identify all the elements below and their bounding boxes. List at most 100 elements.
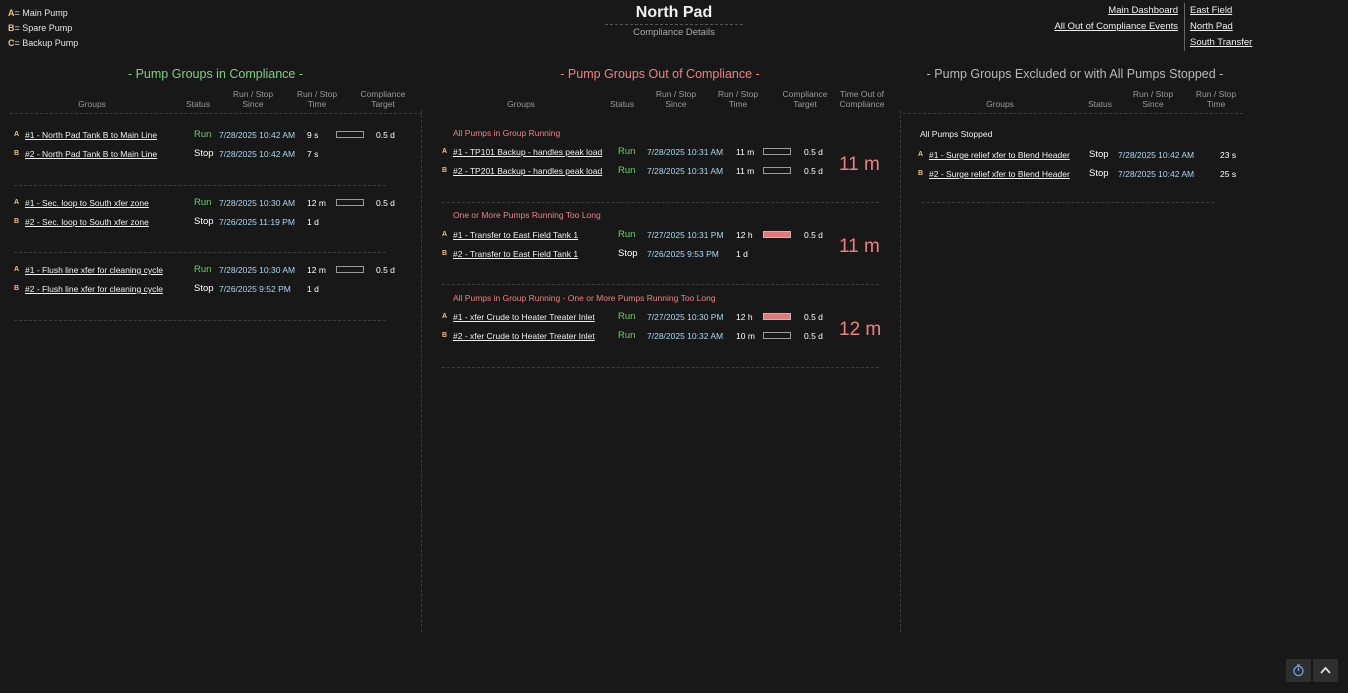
compliance-progress-bar <box>336 199 364 206</box>
col-header-groups: Groups <box>78 99 106 109</box>
header-divider <box>903 113 1243 114</box>
time-out-of-compliance: 12 m <box>839 319 882 340</box>
run-stop-time: 12 h <box>736 230 753 240</box>
run-stop-since: 7/27/2025 10:30 PM <box>647 312 724 322</box>
compliance-progress-bar <box>763 332 791 339</box>
run-stop-time: 1 d <box>736 249 748 259</box>
pump-status: Run <box>194 197 212 208</box>
main-dashboard-link[interactable]: Main Dashboard <box>1108 5 1178 16</box>
pump-name-link[interactable]: #2 - North Pad Tank B to Main Line <box>25 147 157 161</box>
pump-name-link[interactable]: #1 - Surge relief xfer to Blend Header <box>929 148 1070 162</box>
run-stop-since: 7/28/2025 10:32 AM <box>647 331 724 341</box>
run-stop-since: 7/28/2025 10:30 AM <box>219 265 296 275</box>
panel-divider <box>421 110 422 632</box>
run-stop-time: 11 m <box>736 166 755 176</box>
group-condition-heading: All Pumps in Group Running - One or More… <box>453 293 716 303</box>
refresh-timer-button[interactable] <box>1286 659 1311 682</box>
pump-status: Stop <box>618 248 638 259</box>
pump-type-letter: B <box>442 250 448 257</box>
time-out-of-compliance: 11 m <box>839 236 880 257</box>
pump-status: Stop <box>1089 149 1109 160</box>
compliance-target: 0.5 d <box>804 312 823 322</box>
pump-status: Run <box>194 264 212 275</box>
pump-row: B #2 - Surge relief xfer to Blend Header S… <box>918 167 1348 181</box>
run-stop-since: 7/26/2025 11:19 PM <box>219 217 295 227</box>
chevron-up-icon <box>1320 666 1331 674</box>
run-stop-time: 12 m <box>307 198 326 208</box>
pump-name-link[interactable]: #2 - xfer Crude to Heater Treater Inlet <box>453 329 595 343</box>
all-out-of-compliance-events-link[interactable]: All Out of Compliance Events <box>1054 21 1178 32</box>
pump-type-letter: A <box>918 151 924 158</box>
pump-type-letter: B <box>14 218 20 225</box>
excluded-panel-title: - Pump Groups Excluded or with All Pumps… <box>926 67 1224 81</box>
header-divider <box>10 113 422 114</box>
pump-type-letter: A <box>442 313 448 320</box>
group-divider <box>14 185 386 186</box>
run-stop-time: 1 d <box>307 217 319 227</box>
timer-icon <box>1293 664 1304 677</box>
pump-name-link[interactable]: #1 - Sec. loop to South xfer zone <box>25 196 149 210</box>
col-header-groups: Groups <box>986 99 1014 109</box>
pump-name-link[interactable]: #1 - North Pad Tank B to Main Line <box>25 128 157 142</box>
page-subtitle: Compliance Details <box>605 24 743 38</box>
scroll-up-button[interactable] <box>1313 659 1338 682</box>
run-stop-since: 7/26/2025 9:52 PM <box>219 284 291 294</box>
run-stop-since: 7/28/2025 10:31 AM <box>647 147 724 157</box>
pump-name-link[interactable]: #1 - Flush line xfer for cleaning cycle <box>25 263 163 277</box>
group-divider <box>14 320 386 321</box>
run-stop-time: 10 m <box>736 331 755 341</box>
run-stop-time: 25 s <box>1220 169 1237 179</box>
col-header-since: Run / Stop Since <box>655 89 697 109</box>
pump-row: A #1 - Flush line xfer for cleaning cycle… <box>14 263 474 277</box>
compliance-target: 0.5 d <box>376 198 395 208</box>
pump-status: Run <box>618 330 636 341</box>
nav-links-left: Main Dashboard All Out of Compliance Eve… <box>1054 3 1178 35</box>
south-transfer-link[interactable]: South Transfer <box>1190 37 1252 48</box>
compliance-progress-bar <box>336 266 364 273</box>
group-divider <box>442 284 879 285</box>
pump-name-link[interactable]: #2 - TP201 Backup - handles peak load <box>453 164 602 178</box>
pump-name-link[interactable]: #1 - TP101 Backup - handles peak load <box>453 145 602 159</box>
pump-type-letter: B <box>14 285 20 292</box>
col-header-since: Run / Stop Since <box>232 89 274 109</box>
pump-status: Stop <box>194 283 214 294</box>
nav-links-right: East Field North Pad South Transfer <box>1184 3 1252 51</box>
pump-name-link[interactable]: #1 - Transfer to East Field Tank 1 <box>453 228 578 242</box>
pump-status: Stop <box>194 216 214 227</box>
compliance-target: 0.5 d <box>376 265 395 275</box>
run-stop-time: 23 s <box>1220 150 1237 160</box>
pump-type-letter: A <box>14 131 20 138</box>
col-header-time: Run / Stop Time <box>296 89 338 109</box>
col-header-target: Compliance Target <box>360 89 406 109</box>
pump-row: A #1 - TP101 Backup - handles peak load Ru… <box>442 145 902 159</box>
pump-name-link[interactable]: #2 - Sec. loop to South xfer zone <box>25 215 149 229</box>
pump-name-link[interactable]: #2 - Surge relief xfer to Blend Header <box>929 167 1070 181</box>
pump-row: A #1 - Sec. loop to South xfer zone Run 7/2… <box>14 196 474 210</box>
east-field-link[interactable]: East Field <box>1190 5 1232 16</box>
group-divider <box>922 202 1214 203</box>
pump-status: Run <box>618 165 636 176</box>
run-stop-time: 1 d <box>307 284 319 294</box>
pump-row: A #1 - xfer Crude to Heater Treater Inlet… <box>442 310 902 324</box>
pump-type-letter: B <box>918 170 924 177</box>
pump-name-link[interactable]: #2 - Flush line xfer for cleaning cycle <box>25 282 163 296</box>
out-of-compliance-panel-title: - Pump Groups Out of Compliance - <box>560 67 760 81</box>
run-stop-time: 12 h <box>736 312 753 322</box>
compliance-target: 0.5 d <box>804 147 823 157</box>
pump-type-letter: B <box>442 332 448 339</box>
group-condition-heading: One or More Pumps Running Too Long <box>453 210 601 220</box>
pump-type-letter: A <box>14 199 20 206</box>
time-out-of-compliance: 11 m <box>839 154 880 175</box>
pump-status: Stop <box>194 148 214 159</box>
compliance-target: 0.5 d <box>804 166 823 176</box>
pump-type-letter: B <box>14 150 20 157</box>
pump-name-link[interactable]: #2 - Transfer to East Field Tank 1 <box>453 247 578 261</box>
run-stop-since: 7/28/2025 10:42 AM <box>1118 169 1195 179</box>
col-header-status: Status <box>609 99 635 109</box>
run-stop-since: 7/28/2025 10:31 AM <box>647 166 724 176</box>
pump-row: B #2 - Transfer to East Field Tank 1 Stop 7… <box>442 247 902 261</box>
north-pad-link[interactable]: North Pad <box>1190 21 1233 32</box>
col-header-since: Run / Stop Since <box>1132 89 1174 109</box>
pump-name-link[interactable]: #1 - xfer Crude to Heater Treater Inlet <box>453 310 595 324</box>
run-stop-time: 12 m <box>307 265 326 275</box>
